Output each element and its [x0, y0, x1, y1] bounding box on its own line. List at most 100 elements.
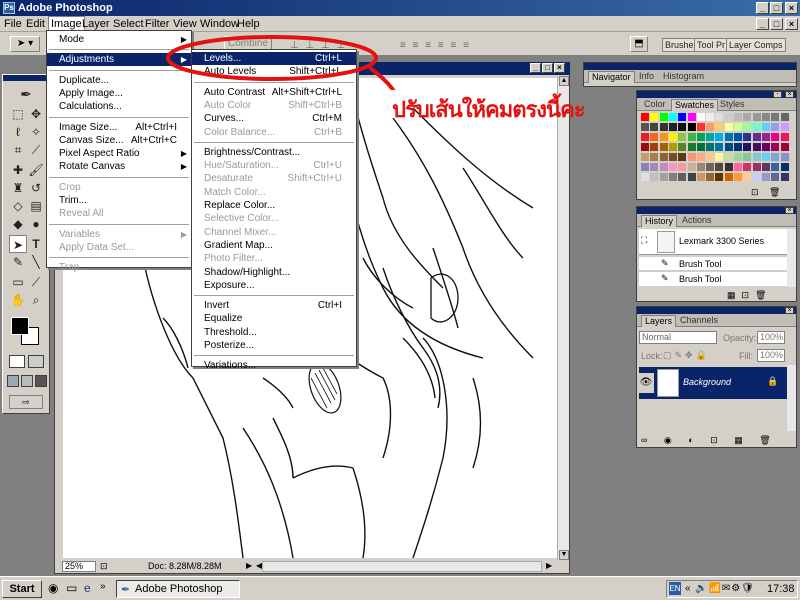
color-swatch[interactable] — [771, 143, 780, 151]
standard-mode-icon[interactable] — [9, 355, 25, 368]
clone-stamp-tool-icon[interactable]: ♜ — [9, 179, 27, 197]
color-swatch[interactable] — [761, 173, 770, 181]
color-swatch[interactable] — [696, 153, 705, 161]
color-swatch[interactable] — [650, 163, 659, 171]
screen-mode-full-icon[interactable] — [35, 375, 47, 387]
gradient-tool-icon[interactable]: ▤ — [27, 197, 45, 215]
healing-brush-tool-icon[interactable]: ✚ — [9, 161, 27, 179]
color-swatch[interactable] — [761, 123, 770, 131]
hand-tool-icon[interactable]: ✋ — [9, 291, 27, 309]
color-swatch[interactable] — [752, 143, 761, 151]
color-swatch[interactable] — [715, 133, 724, 141]
color-swatch[interactable] — [650, 113, 659, 121]
color-swatch[interactable] — [678, 153, 687, 161]
snapshot-brush-source-icon[interactable]: ⛶ — [641, 235, 647, 246]
panel-tab-layer-comps[interactable]: Layer Comps — [726, 38, 786, 52]
color-swatch[interactable] — [743, 143, 752, 151]
adjustments-item-replace-color[interactable]: Replace Color... — [192, 199, 356, 212]
color-swatch[interactable] — [668, 163, 677, 171]
line-tool-icon[interactable]: ╲ — [27, 253, 45, 271]
color-swatch[interactable] — [715, 123, 724, 131]
color-swatch[interactable] — [780, 133, 789, 141]
color-swatch[interactable] — [780, 153, 789, 161]
color-swatch[interactable] — [771, 173, 780, 181]
adjustments-item-curves[interactable]: Curves... Ctrl+M — [192, 112, 356, 125]
menu-edit[interactable]: Edit — [26, 18, 45, 30]
history-snapshot-row[interactable]: ⛶ Lexmark 3300 Series — [639, 229, 787, 255]
adjustments-item-shadow-highlight[interactable]: Shadow/Highlight... — [192, 266, 356, 279]
history-state-row[interactable]: ✎ Brush Tool — [639, 257, 787, 271]
color-swatch[interactable] — [641, 123, 649, 131]
color-swatch[interactable] — [696, 113, 705, 121]
tab-color[interactable]: Color — [641, 99, 669, 111]
color-swatch[interactable] — [668, 113, 677, 121]
screen-mode-standard-icon[interactable] — [7, 375, 19, 387]
color-swatch[interactable] — [678, 143, 687, 151]
layers-scrollbar[interactable] — [787, 365, 796, 431]
color-swatch[interactable] — [696, 143, 705, 151]
color-swatch[interactable] — [687, 143, 696, 151]
color-swatch[interactable] — [715, 163, 724, 171]
menu-window[interactable]: Window — [200, 18, 239, 30]
history-brush-tool-icon[interactable]: ↺ — [27, 179, 45, 197]
color-swatch[interactable] — [641, 113, 649, 121]
pen-tool-icon[interactable]: ✎ — [9, 253, 27, 271]
chrome-icon[interactable]: ◉ — [48, 581, 58, 595]
color-swatch[interactable] — [687, 113, 696, 121]
adjustments-item-brightness-contrast[interactable]: Brightness/Contrast... — [192, 146, 356, 159]
color-swatch[interactable] — [715, 143, 724, 151]
color-swatch[interactable] — [734, 123, 742, 131]
taskbar-item-photoshop[interactable]: ✒ Adobe Photoshop — [116, 580, 240, 598]
color-swatch[interactable] — [743, 163, 752, 171]
color-swatch[interactable] — [752, 153, 761, 161]
eyedropper-tool-icon[interactable]: ⟋ — [27, 273, 45, 291]
color-swatch[interactable] — [687, 133, 696, 141]
color-swatch[interactable] — [743, 113, 752, 121]
image-menu-item-image-size[interactable]: Image Size... Alt+Ctrl+I — [47, 121, 191, 134]
color-swatch[interactable] — [761, 163, 770, 171]
opacity-input[interactable]: 100% — [757, 331, 785, 344]
color-swatch[interactable] — [659, 133, 668, 141]
color-swatch[interactable] — [734, 133, 742, 141]
history-state-row[interactable]: ✎ Brush Tool — [639, 272, 787, 286]
color-swatch[interactable] — [659, 163, 668, 171]
brush-tool-icon[interactable]: 🖌 — [27, 161, 45, 179]
adjustments-item-equalize[interactable]: Equalize — [192, 312, 356, 325]
image-menu-item-canvas-size[interactable]: Canvas Size... Alt+Ctrl+C — [47, 134, 191, 147]
color-swatch[interactable] — [761, 153, 770, 161]
adjustments-item-invert[interactable]: Invert Ctrl+I — [192, 299, 356, 312]
color-swatch[interactable] — [724, 173, 733, 181]
crop-tool-icon[interactable]: ⌗ — [9, 141, 27, 159]
image-menu-item-pixel-aspect-ratio[interactable]: Pixel Aspect Ratio ▶ — [47, 147, 191, 160]
color-swatch[interactable] — [687, 153, 696, 161]
color-swatch[interactable] — [678, 163, 687, 171]
layers-close-button[interactable]: × — [785, 307, 794, 314]
color-swatch[interactable] — [650, 143, 659, 151]
color-swatch[interactable] — [696, 163, 705, 171]
color-swatch[interactable] — [780, 163, 789, 171]
menu-filter[interactable]: Filter — [145, 18, 169, 30]
maximize-button[interactable]: □ — [770, 2, 783, 14]
scroll-up-arrow-icon[interactable]: ▲ — [559, 76, 569, 86]
color-swatch[interactable] — [641, 173, 649, 181]
feather-logo-icon[interactable]: ✒ — [7, 85, 45, 103]
quicklaunch-more-icon[interactable]: » — [100, 581, 106, 592]
blur-tool-icon[interactable]: ◆ — [9, 215, 27, 233]
color-swatch[interactable] — [687, 173, 696, 181]
color-swatch[interactable] — [743, 153, 752, 161]
color-swatch[interactable] — [761, 143, 770, 151]
color-swatch[interactable] — [771, 123, 780, 131]
color-swatch[interactable] — [641, 143, 649, 151]
delete-swatch-icon[interactable]: 🗑 — [769, 187, 780, 198]
color-swatch[interactable] — [724, 113, 733, 121]
close-button[interactable]: × — [785, 2, 798, 14]
doc-close-button[interactable]: × — [785, 18, 798, 30]
hscroll-right-arrow-icon[interactable]: ▶ — [546, 561, 552, 570]
color-swatch[interactable] — [659, 153, 668, 161]
adjustments-item-posterize[interactable]: Posterize... — [192, 339, 356, 352]
tab-info[interactable]: Info — [636, 71, 657, 83]
menu-view[interactable]: View — [173, 18, 197, 30]
color-swatch[interactable] — [668, 123, 677, 131]
tab-layers[interactable]: Layers — [641, 315, 677, 327]
color-swatch[interactable] — [734, 113, 742, 121]
